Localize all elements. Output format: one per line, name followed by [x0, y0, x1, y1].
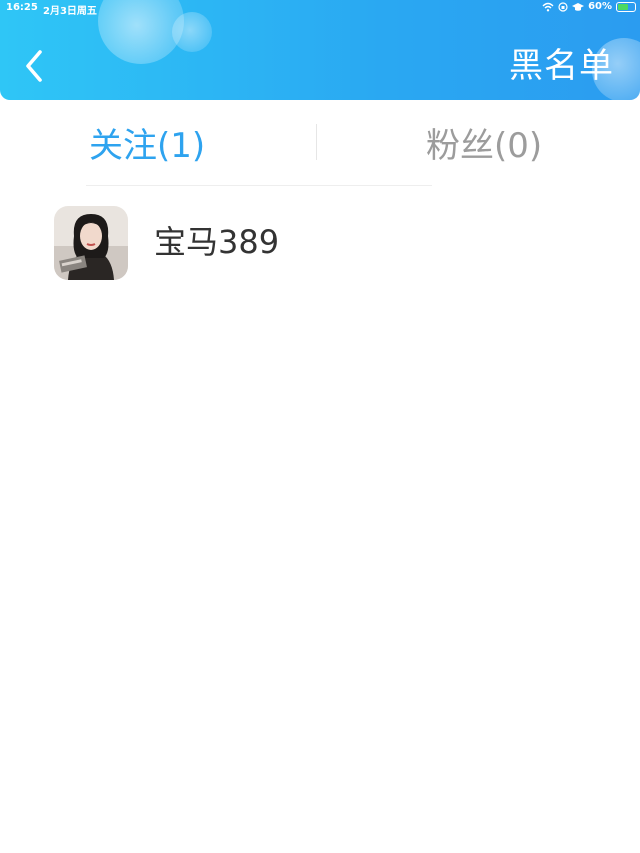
tab-divider: [316, 124, 317, 160]
tab-fans[interactable]: 粉丝(0): [426, 124, 542, 168]
list-item[interactable]: 宝马389: [0, 196, 640, 290]
status-bar: 16:25 2月3日周五 60%: [0, 0, 640, 17]
battery-percent: 60%: [588, 1, 612, 12]
status-time: 16:25: [6, 2, 38, 13]
battery-level: [618, 3, 628, 10]
tab-following-count: (1): [157, 126, 206, 166]
page-title: 黑名单: [509, 46, 614, 86]
tab-underline: [86, 185, 432, 186]
avatar[interactable]: [54, 206, 128, 280]
graduation-cap-icon: [572, 2, 585, 12]
decorative-bubble: [172, 12, 212, 52]
back-button[interactable]: [18, 44, 52, 88]
tab-fans-count: (0): [494, 126, 543, 166]
lock-rotation-icon: [558, 1, 568, 12]
tab-following[interactable]: 关注(1): [89, 124, 205, 168]
tab-bar: 关注(1) 粉丝(0): [0, 110, 640, 186]
wifi-icon: [542, 2, 554, 12]
status-date: 2月3日周五: [43, 6, 97, 17]
chevron-left-icon: [26, 50, 42, 82]
user-avatar-image: [54, 206, 128, 280]
status-indicators: 60%: [542, 1, 636, 12]
battery-icon: [616, 1, 636, 12]
user-name: 宝马389: [154, 223, 280, 261]
header-bar: 16:25 2月3日周五 60% 黑名单: [0, 0, 640, 100]
tab-following-label: 关注: [89, 126, 157, 166]
tab-fans-label: 粉丝: [426, 126, 494, 166]
